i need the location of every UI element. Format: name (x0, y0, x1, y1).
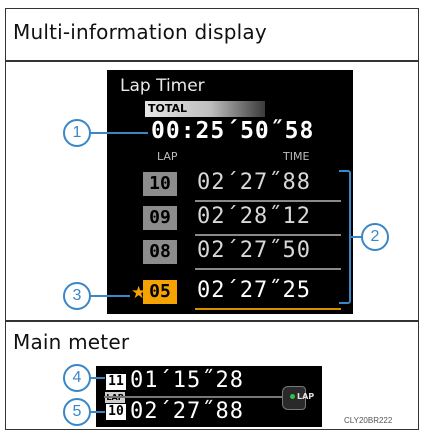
divider (5, 60, 419, 62)
lap-time: 02´27˝50 (197, 238, 311, 263)
lap-row: 09 02´28˝12 (143, 204, 341, 236)
indicator-light-icon (290, 394, 295, 399)
total-time: 00:25´50˝58 (151, 118, 315, 144)
column-header-lap: LAP (157, 150, 178, 163)
callout-3: 3 (63, 282, 91, 310)
previous-lap-number: 10 (106, 404, 126, 420)
lap-number: 09 (143, 206, 177, 230)
lap-timer-title: Lap Timer (120, 76, 205, 96)
row-underline (195, 234, 341, 236)
callout-1: 1 (63, 119, 91, 147)
section-title-meter: Main meter (13, 330, 130, 354)
total-label: TOTAL (148, 102, 188, 115)
current-lap-number: 11 (106, 374, 126, 390)
callout-4: 4 (63, 364, 91, 392)
callout-5: 5 (63, 398, 91, 426)
meter-underline (104, 396, 294, 398)
previous-lap-time: 02´27˝88 (130, 399, 244, 424)
main-meter-display: 11 01´15˝28 LAP 10 02´27˝88 LAP (96, 366, 322, 427)
lap-row: 08 02´27˝50 (143, 238, 341, 270)
current-lap-time: 01´15˝28 (130, 368, 244, 393)
lap-time: 02´27˝25 (197, 278, 311, 303)
lap-number: 10 (143, 172, 177, 196)
bracket (339, 170, 351, 304)
callout-2: 2 (361, 223, 389, 251)
image-code: CLY20BR222 (344, 416, 393, 425)
row-underline (195, 268, 341, 270)
lap-row-best: 05 02´27˝25 (143, 278, 341, 310)
multi-information-display: Lap Timer TOTAL 00:25´50˝58 LAP TIME 10 … (107, 70, 353, 314)
callout-4-leader (90, 377, 105, 379)
switch-label: LAP (297, 392, 315, 401)
lap-time: 02´28˝12 (197, 204, 311, 229)
row-underline (195, 308, 341, 310)
row-underline (195, 200, 341, 202)
callout-1-leader (90, 132, 148, 134)
callout-3-leader (90, 295, 130, 297)
lap-row: 10 02´27˝88 (143, 170, 341, 202)
section-title-mid: Multi-information display (13, 20, 267, 44)
star-icon: ★ (131, 283, 147, 303)
lap-number: 05 (143, 280, 177, 304)
lap-time: 02´27˝88 (197, 170, 311, 195)
divider (5, 320, 419, 322)
column-header-time: TIME (283, 150, 310, 163)
lap-number: 08 (143, 240, 177, 264)
callout-5-leader (90, 411, 105, 413)
